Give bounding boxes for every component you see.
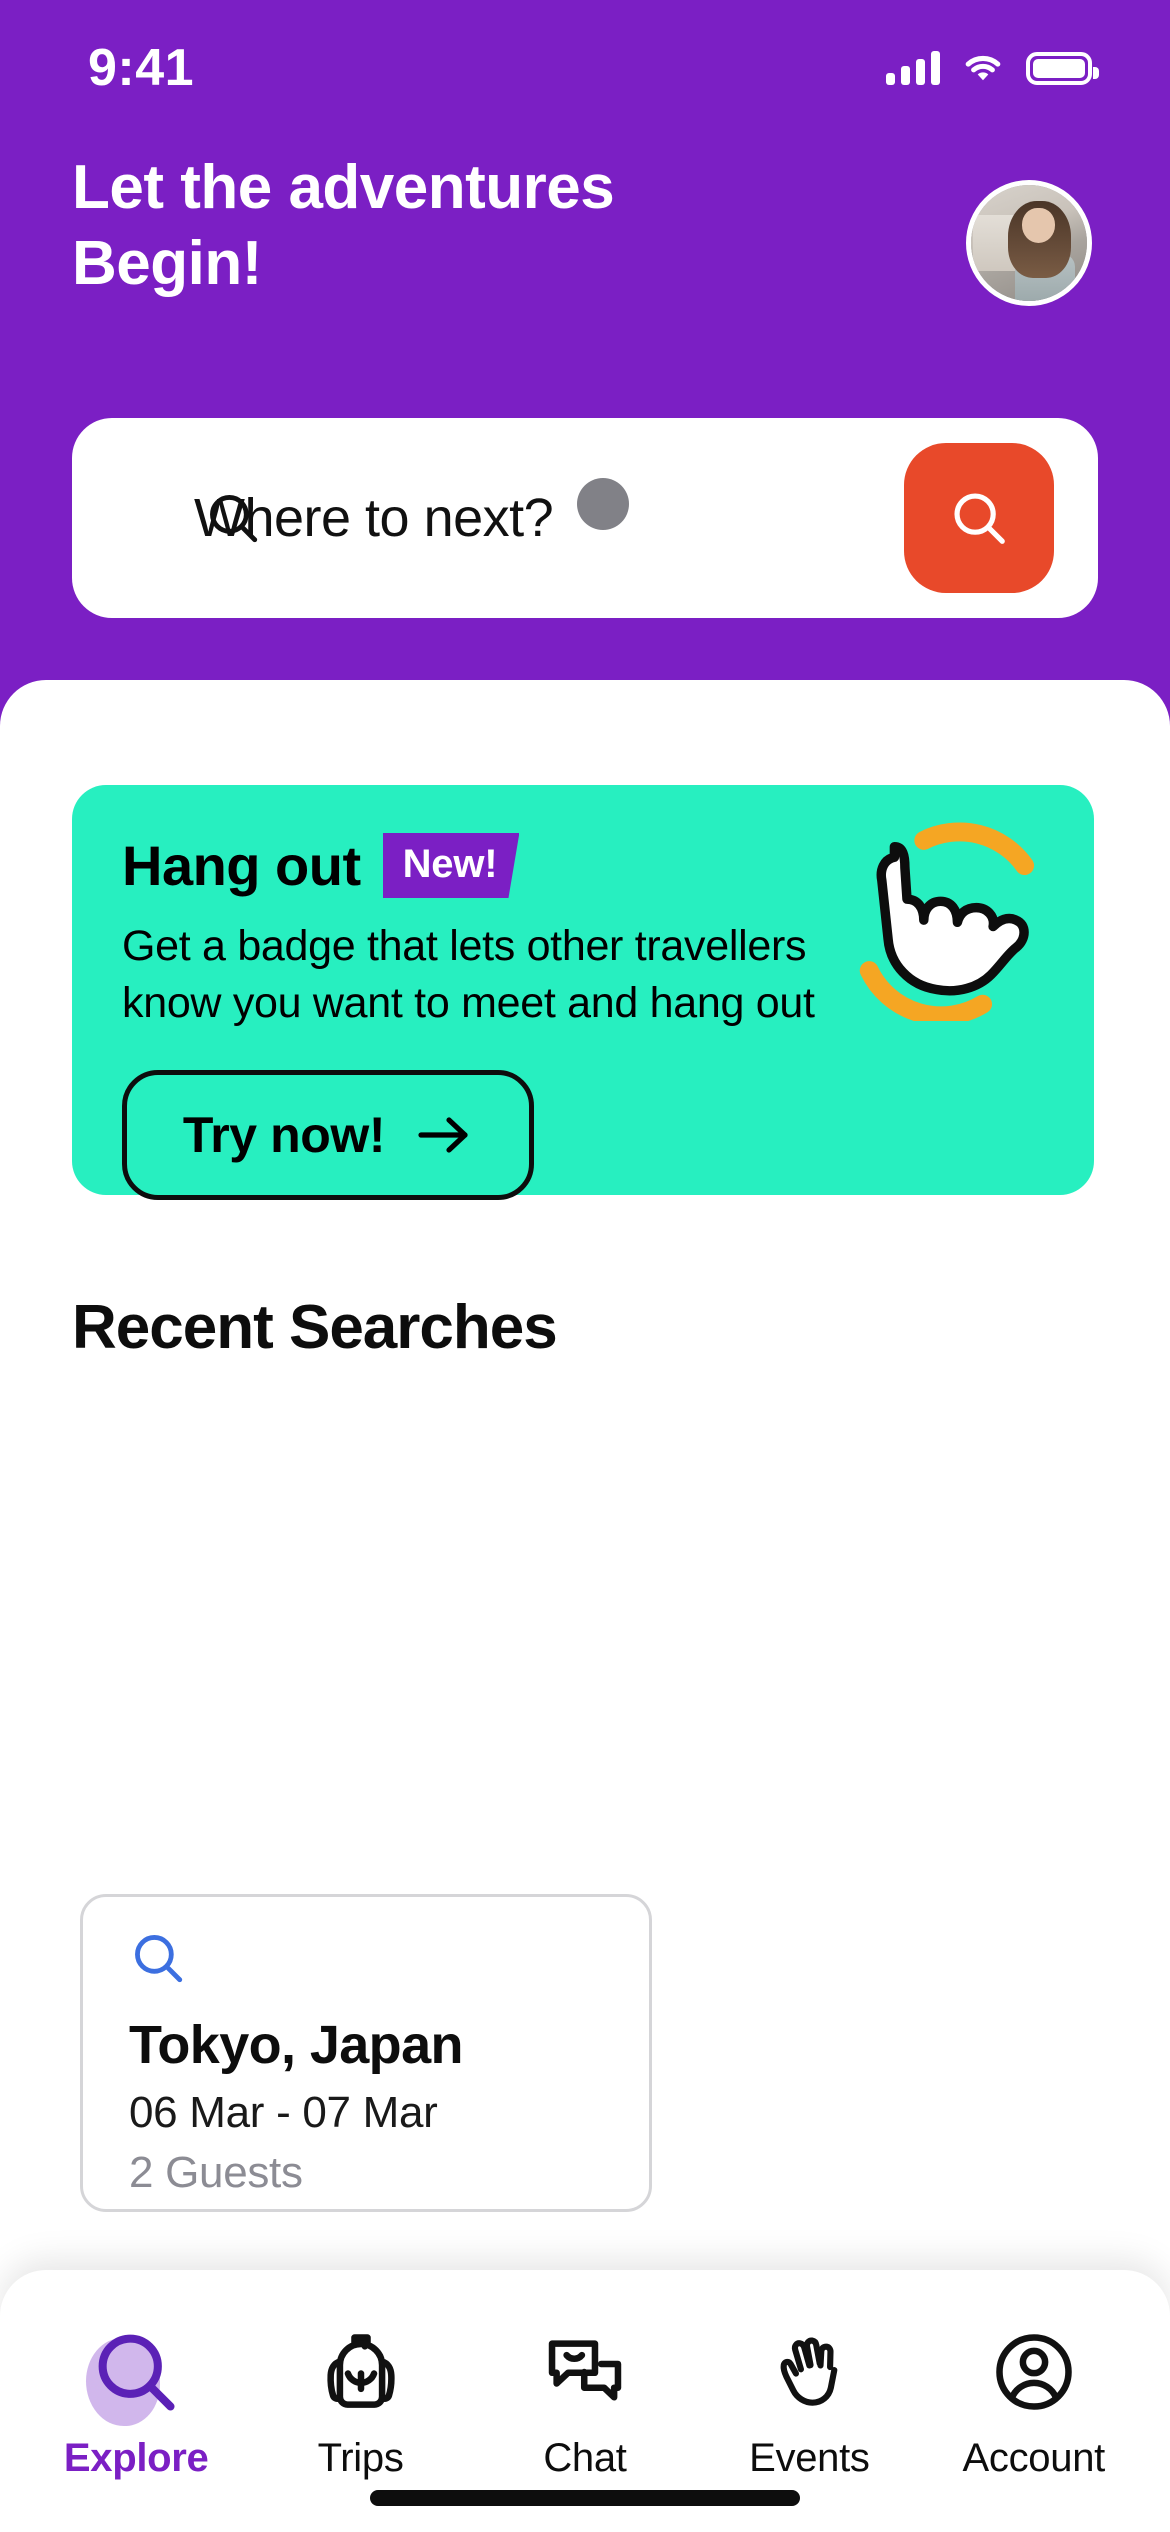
nav-item-chat[interactable]: Chat (485, 2326, 685, 2481)
nav-item-explore[interactable]: Explore (36, 2326, 236, 2481)
app-screen: 9:41 Let the adventures Begin! Where to … (0, 0, 1170, 2532)
nav-item-account[interactable]: Account (934, 2326, 1134, 2481)
greeting-line-1: Let the adventures (72, 153, 615, 222)
nav-item-events[interactable]: Events (709, 2326, 909, 2481)
nav-label-events: Events (749, 2436, 870, 2480)
recent-searches-heading: Recent Searches (72, 1293, 558, 1362)
nav-label-trips: Trips (317, 2436, 404, 2480)
nav-label-chat: Chat (543, 2436, 627, 2480)
search-bar[interactable] (72, 418, 1098, 618)
recent-search-item[interactable]: Tokyo, Japan 06 Mar - 07 Mar 2 Guests (80, 1894, 652, 2212)
header: Let the adventures Begin! (0, 150, 1170, 306)
chat-bubbles-icon (539, 2326, 631, 2418)
nav-label-explore: Explore (63, 2436, 209, 2480)
battery-full-icon (1026, 51, 1099, 85)
content-sheet: Hang out New! Get a badge that lets othe… (0, 680, 1170, 2532)
search-icon (86, 2326, 182, 2426)
waving-hand-icon (763, 2326, 855, 2418)
status-bar: 9:41 (0, 0, 1170, 130)
greeting-line-2: Begin! (72, 228, 262, 298)
arrow-right-icon (418, 1117, 468, 1153)
status-time: 9:41 (88, 39, 195, 97)
recent-search-dates: 06 Mar - 07 Mar (129, 2088, 438, 2137)
hangout-title: Hang out (122, 834, 361, 897)
home-indicator (370, 2490, 800, 2506)
recent-search-guests: 2 Guests (129, 2148, 303, 2197)
search-submit-button[interactable] (904, 443, 1054, 593)
touch-cursor-indicator (577, 478, 629, 530)
backpack-icon (315, 2326, 407, 2418)
shaka-hand-icon (844, 811, 1054, 1026)
recent-search-city: Tokyo, Japan (129, 2015, 463, 2075)
page-title: Let the adventures Begin! (72, 150, 615, 301)
user-circle-icon (988, 2326, 1080, 2418)
cellular-bars-icon (886, 51, 940, 85)
nav-item-trips[interactable]: Trips (261, 2326, 461, 2481)
wifi-icon (965, 55, 1001, 81)
try-now-button[interactable]: Try now! (122, 1070, 534, 1201)
search-icon (954, 493, 1005, 544)
try-now-label: Try now! (182, 1107, 386, 1164)
avatar[interactable] (966, 180, 1092, 306)
nav-label-account: Account (962, 2436, 1106, 2480)
status-icons (886, 51, 1099, 85)
search-icon (135, 1935, 183, 1983)
search-icon (210, 495, 258, 543)
new-badge: New! (382, 833, 520, 898)
hangout-promo-card[interactable]: Hang out New! Get a badge that lets othe… (72, 785, 1094, 1201)
search-input[interactable] (194, 487, 794, 549)
